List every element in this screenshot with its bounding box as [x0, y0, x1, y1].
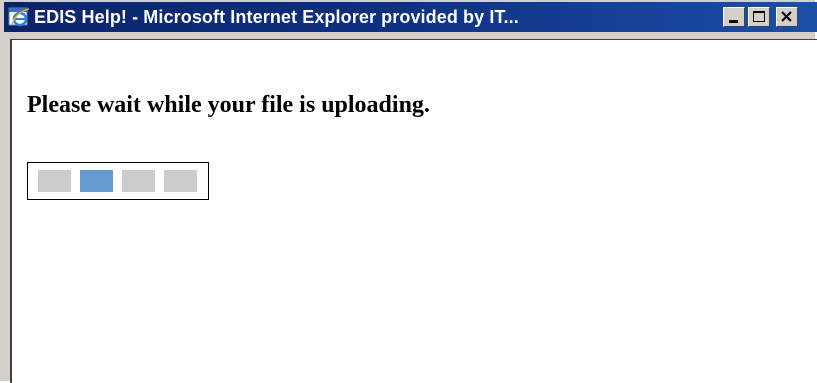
internet-explorer-icon[interactable]	[8, 6, 30, 28]
maximize-button[interactable]	[748, 7, 770, 27]
maximize-icon	[753, 11, 765, 22]
close-icon	[781, 11, 792, 22]
progress-segment	[38, 170, 71, 192]
progress-segment	[122, 170, 155, 192]
progress-segment	[80, 170, 113, 192]
upload-progress-indicator	[27, 162, 209, 200]
title-bar[interactable]: EDIS Help! - Microsoft Internet Explorer…	[4, 2, 817, 32]
page-content-area	[10, 39, 817, 383]
minimize-button[interactable]	[723, 7, 745, 27]
progress-segment	[164, 170, 197, 192]
window-title: EDIS Help! - Microsoft Internet Explorer…	[34, 7, 519, 27]
close-button[interactable]	[776, 7, 798, 27]
upload-status-message: Please wait while your file is uploading…	[27, 92, 430, 118]
minimize-icon	[729, 20, 738, 23]
